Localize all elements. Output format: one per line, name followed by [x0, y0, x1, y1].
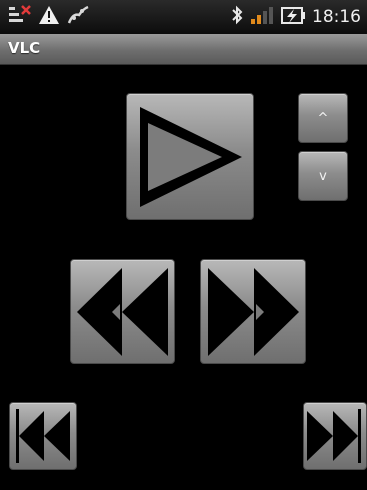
skip-next-icon	[305, 405, 365, 467]
volume-up-button[interactable]: ^	[298, 93, 348, 143]
app-title: VLC	[8, 39, 41, 57]
warning-icon	[38, 5, 60, 29]
status-time: 18:16	[312, 7, 361, 27]
usb-debug-icon	[66, 5, 90, 29]
bluetooth-icon	[230, 5, 244, 29]
volume-down-button[interactable]: v	[298, 151, 348, 201]
notification-icon	[8, 5, 32, 29]
battery-charging-icon	[280, 5, 306, 29]
play-icon	[132, 101, 248, 213]
signal-icon	[250, 5, 274, 29]
status-bar: 18:16	[0, 0, 367, 34]
rewind-button[interactable]	[70, 259, 175, 364]
next-track-button[interactable]	[303, 402, 367, 470]
fast-forward-button[interactable]	[200, 259, 306, 364]
play-button[interactable]	[126, 93, 254, 220]
previous-track-button[interactable]	[9, 402, 77, 470]
rewind-icon	[74, 264, 172, 360]
volume-down-icon: v	[319, 168, 327, 184]
app-title-bar: VLC	[0, 34, 367, 65]
skip-previous-icon	[12, 405, 74, 467]
status-left-icons	[8, 5, 90, 29]
volume-up-icon: ^	[317, 110, 329, 126]
fast-forward-icon	[204, 264, 302, 360]
status-right-icons: 18:16	[230, 5, 361, 29]
